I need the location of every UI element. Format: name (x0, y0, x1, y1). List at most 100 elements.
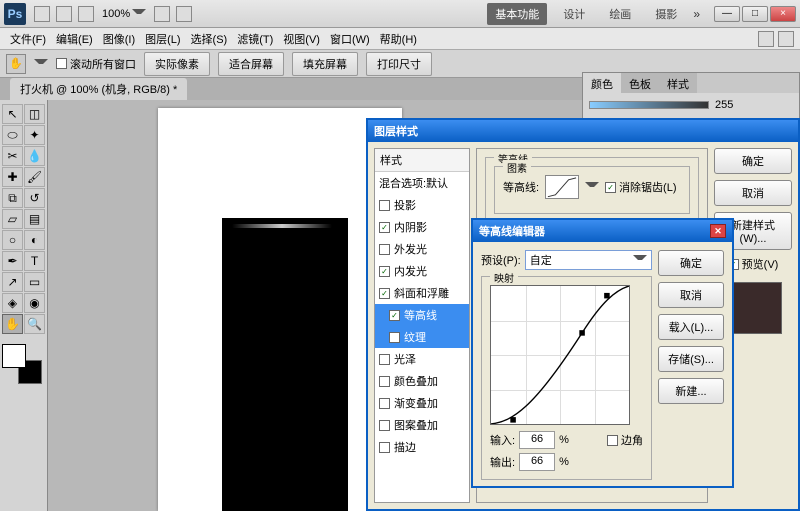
checkbox-icon[interactable] (379, 442, 390, 453)
expand-icon[interactable]: » (693, 7, 700, 21)
stamp-tool[interactable]: ⧉ (2, 188, 23, 208)
style-item[interactable]: 渐变叠加 (375, 392, 469, 414)
style-item[interactable]: 外发光 (375, 238, 469, 260)
hand-tool[interactable]: ✋ (2, 314, 23, 334)
dodge-tool[interactable]: ◐ (24, 230, 45, 250)
antialias-checkbox[interactable]: ✓消除锯齿(L) (605, 179, 676, 195)
color-swatches[interactable] (2, 344, 42, 384)
menu-view[interactable]: 视图(V) (279, 29, 324, 49)
actual-pixels-button[interactable]: 实际像素 (144, 52, 210, 76)
menu-layer[interactable]: 图层(L) (141, 29, 184, 49)
path-tool[interactable]: ↗ (2, 272, 23, 292)
ok-button[interactable]: 确定 (658, 250, 724, 276)
checkbox-icon[interactable] (379, 244, 390, 255)
ok-button[interactable]: 确定 (714, 148, 792, 174)
style-item[interactable]: ✓等高线 (375, 304, 469, 326)
menu-select[interactable]: 选择(S) (187, 29, 232, 49)
menu-edit[interactable]: 编辑(E) (52, 29, 97, 49)
document-tab[interactable]: 打火机 @ 100% (机身, RGB/8) * (10, 78, 187, 100)
style-item[interactable]: 颜色叠加 (375, 370, 469, 392)
checkbox-icon[interactable] (379, 376, 390, 387)
cs-live-icon[interactable] (778, 31, 794, 47)
wand-tool[interactable]: ✦ (24, 125, 45, 145)
type-tool[interactable]: T (24, 251, 45, 271)
input-field[interactable]: 66 (519, 431, 555, 449)
minimize-button[interactable]: — (714, 6, 740, 22)
fit-screen-button[interactable]: 适合屏幕 (218, 52, 284, 76)
tab-swatches[interactable]: 色板 (621, 73, 659, 93)
tab-color[interactable]: 颜色 (583, 73, 621, 93)
heal-tool[interactable]: ✚ (2, 167, 23, 187)
close-icon[interactable]: ✕ (710, 224, 726, 238)
checkbox-icon[interactable]: ✓ (379, 266, 390, 277)
doc-arrange-icon[interactable] (78, 6, 94, 22)
cancel-button[interactable]: 取消 (714, 180, 792, 206)
close-button[interactable]: × (770, 6, 796, 22)
style-item[interactable]: 混合选项:默认 (375, 172, 469, 194)
style-item[interactable]: 投影 (375, 194, 469, 216)
checkbox-icon[interactable] (379, 354, 390, 365)
checkbox-icon[interactable] (379, 200, 390, 211)
dialog-title[interactable]: 图层样式 (368, 120, 798, 142)
style-item[interactable]: 图案叠加 (375, 414, 469, 436)
fill-screen-button[interactable]: 填充屏幕 (292, 52, 358, 76)
pen-tool[interactable]: ✒ (2, 251, 23, 271)
menu-window[interactable]: 窗口(W) (326, 29, 374, 49)
style-item[interactable]: ✓内阴影 (375, 216, 469, 238)
menu-filter[interactable]: 滤镜(T) (233, 29, 277, 49)
bridge-icon[interactable] (34, 6, 50, 22)
workspace-design[interactable]: 设计 (555, 3, 593, 25)
style-item[interactable]: ✓斜面和浮雕 (375, 282, 469, 304)
crop-tool[interactable]: ✂ (2, 146, 23, 166)
zoom-tool[interactable]: 🔍 (24, 314, 45, 334)
hand-shortcut-icon[interactable] (154, 6, 170, 22)
style-item[interactable]: 光泽 (375, 348, 469, 370)
zoom-level[interactable]: 100% (102, 8, 146, 20)
tab-styles[interactable]: 样式 (659, 73, 697, 93)
save-button[interactable]: 存储(S)... (658, 346, 724, 372)
new-button[interactable]: 新建... (658, 378, 724, 404)
menu-image[interactable]: 图像(I) (99, 29, 139, 49)
style-item[interactable]: 纹理 (375, 326, 469, 348)
view-extras-icon[interactable] (56, 6, 72, 22)
scroll-all-windows[interactable]: 滚动所有窗口 (56, 56, 136, 72)
dialog-title[interactable]: 等高线编辑器 ✕ (473, 220, 732, 242)
workspace-essentials[interactable]: 基本功能 (487, 3, 547, 25)
chevron-down-icon[interactable] (34, 59, 48, 69)
style-item[interactable]: 描边 (375, 436, 469, 458)
blur-tool[interactable]: ○ (2, 230, 23, 250)
load-button[interactable]: 载入(L)... (658, 314, 724, 340)
screen-mode-icon[interactable] (176, 6, 192, 22)
brush-tool[interactable]: 🖌 (24, 167, 45, 187)
eyedropper-tool[interactable]: 💧 (24, 146, 45, 166)
eraser-tool[interactable]: ▱ (2, 209, 23, 229)
preset-dropdown[interactable]: 自定 (525, 250, 652, 270)
corner-checkbox[interactable]: 边角 (607, 432, 643, 448)
menu-file[interactable]: 文件(F) (6, 29, 50, 49)
3d-tool[interactable]: ◈ (2, 293, 23, 313)
shape-tool[interactable]: ▭ (24, 272, 45, 292)
move-tool[interactable]: ↖ (2, 104, 23, 124)
color-slider[interactable] (589, 101, 709, 109)
checkbox-icon[interactable] (379, 420, 390, 431)
mb-icon[interactable] (758, 31, 774, 47)
checkbox-icon[interactable]: ✓ (379, 288, 390, 299)
checkbox-icon[interactable]: ✓ (389, 310, 400, 321)
menu-help[interactable]: 帮助(H) (376, 29, 421, 49)
output-field[interactable]: 66 (519, 453, 555, 471)
checkbox-icon[interactable] (389, 332, 400, 343)
gradient-tool[interactable]: ▤ (24, 209, 45, 229)
maximize-button[interactable]: □ (742, 6, 768, 22)
contour-picker[interactable] (545, 175, 579, 199)
print-size-button[interactable]: 打印尺寸 (366, 52, 432, 76)
checkbox-icon[interactable]: ✓ (379, 222, 390, 233)
cancel-button[interactable]: 取消 (658, 282, 724, 308)
history-brush-tool[interactable]: ↺ (24, 188, 45, 208)
camera-tool[interactable]: ◉ (24, 293, 45, 313)
workspace-painting[interactable]: 绘画 (601, 3, 639, 25)
chevron-down-icon[interactable] (585, 182, 599, 192)
lasso-tool[interactable]: ⬭ (2, 125, 23, 145)
workspace-photography[interactable]: 摄影 (647, 3, 685, 25)
fg-color[interactable] (2, 344, 26, 368)
curve-graph[interactable] (490, 285, 630, 425)
